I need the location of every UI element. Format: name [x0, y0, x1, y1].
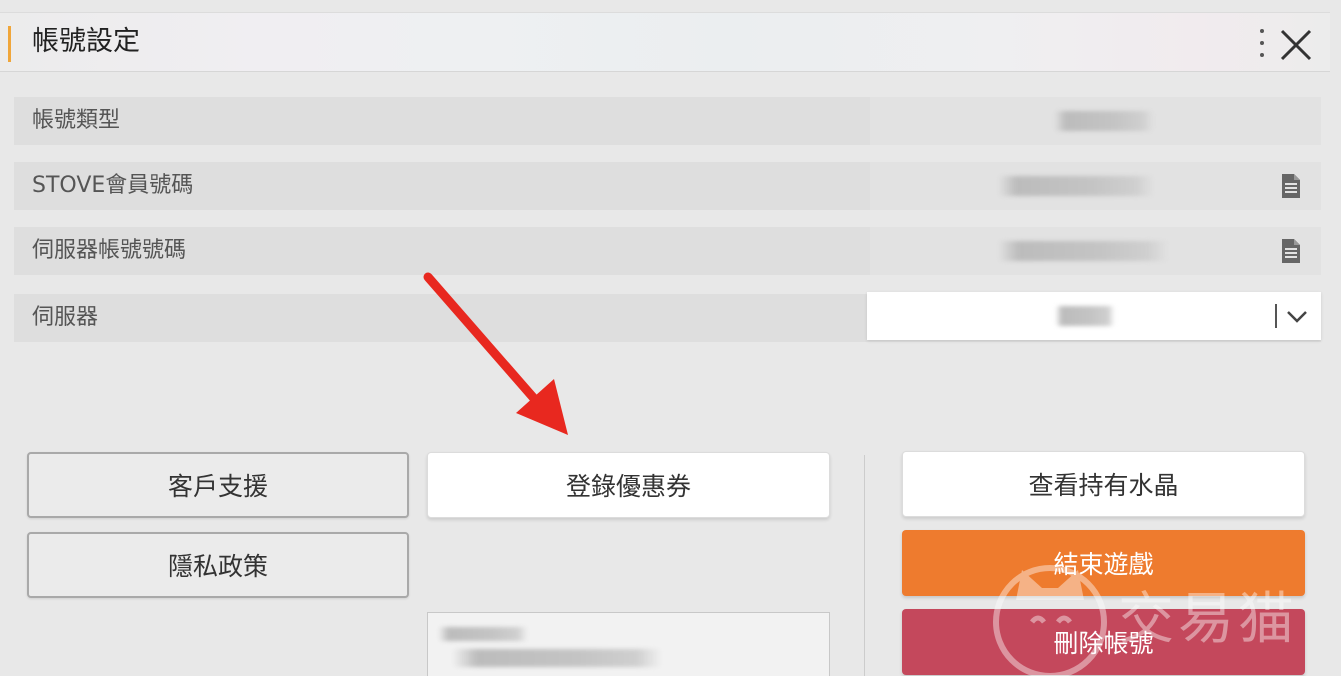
view-crystals-button[interactable]: 查看持有水晶: [902, 451, 1305, 517]
copy-document-icon[interactable]: [1280, 172, 1302, 200]
red-arrow-annotation: [423, 272, 568, 435]
header-bar: 帳號設定: [0, 12, 1330, 72]
delete-account-button[interactable]: 刪除帳號: [902, 609, 1305, 675]
server-account-number-label: 伺服器帳號號碼: [32, 238, 187, 263]
redacted-value: [998, 176, 1154, 196]
chevron-down-icon[interactable]: [1285, 304, 1309, 328]
redacted-value: [1054, 111, 1154, 131]
column-divider: [864, 455, 865, 676]
redacted-value: [998, 241, 1168, 261]
copy-document-icon[interactable]: [1280, 237, 1302, 265]
account-settings-page: 帳號設定 帳號類型 STOVE會員號碼 伺服器帳號號碼 伺服器 客戶支援 隱私政…: [0, 0, 1341, 676]
stove-member-number-row: STOVE會員號碼: [14, 162, 1321, 210]
page-title: 帳號設定: [32, 26, 140, 57]
more-vertical-icon[interactable]: [1254, 26, 1270, 60]
header-accent-bar: [8, 26, 11, 62]
register-coupon-button[interactable]: 登錄優惠券: [427, 452, 830, 518]
redacted-value: [452, 649, 662, 667]
server-account-number-row: 伺服器帳號號碼: [14, 227, 1321, 275]
account-type-row: 帳號類型: [14, 97, 1321, 145]
redacted-notice-box: [427, 612, 830, 676]
account-type-label: 帳號類型: [32, 108, 121, 133]
server-label: 伺服器: [32, 305, 99, 330]
redacted-value: [438, 627, 528, 641]
privacy-policy-button[interactable]: 隱私政策: [27, 532, 409, 598]
customer-support-button[interactable]: 客戶支援: [27, 452, 409, 518]
server-account-number-value: [870, 227, 1321, 275]
close-icon[interactable]: [1276, 25, 1316, 65]
stove-member-number-value: [870, 162, 1321, 210]
server-select[interactable]: [867, 292, 1321, 340]
stove-member-number-label: STOVE會員號碼: [32, 173, 194, 198]
redacted-value: [1055, 306, 1115, 326]
server-row: 伺服器: [14, 292, 1321, 342]
select-divider: [1275, 304, 1277, 328]
account-type-value: [870, 97, 1321, 145]
exit-game-button[interactable]: 結束遊戲: [902, 530, 1305, 596]
